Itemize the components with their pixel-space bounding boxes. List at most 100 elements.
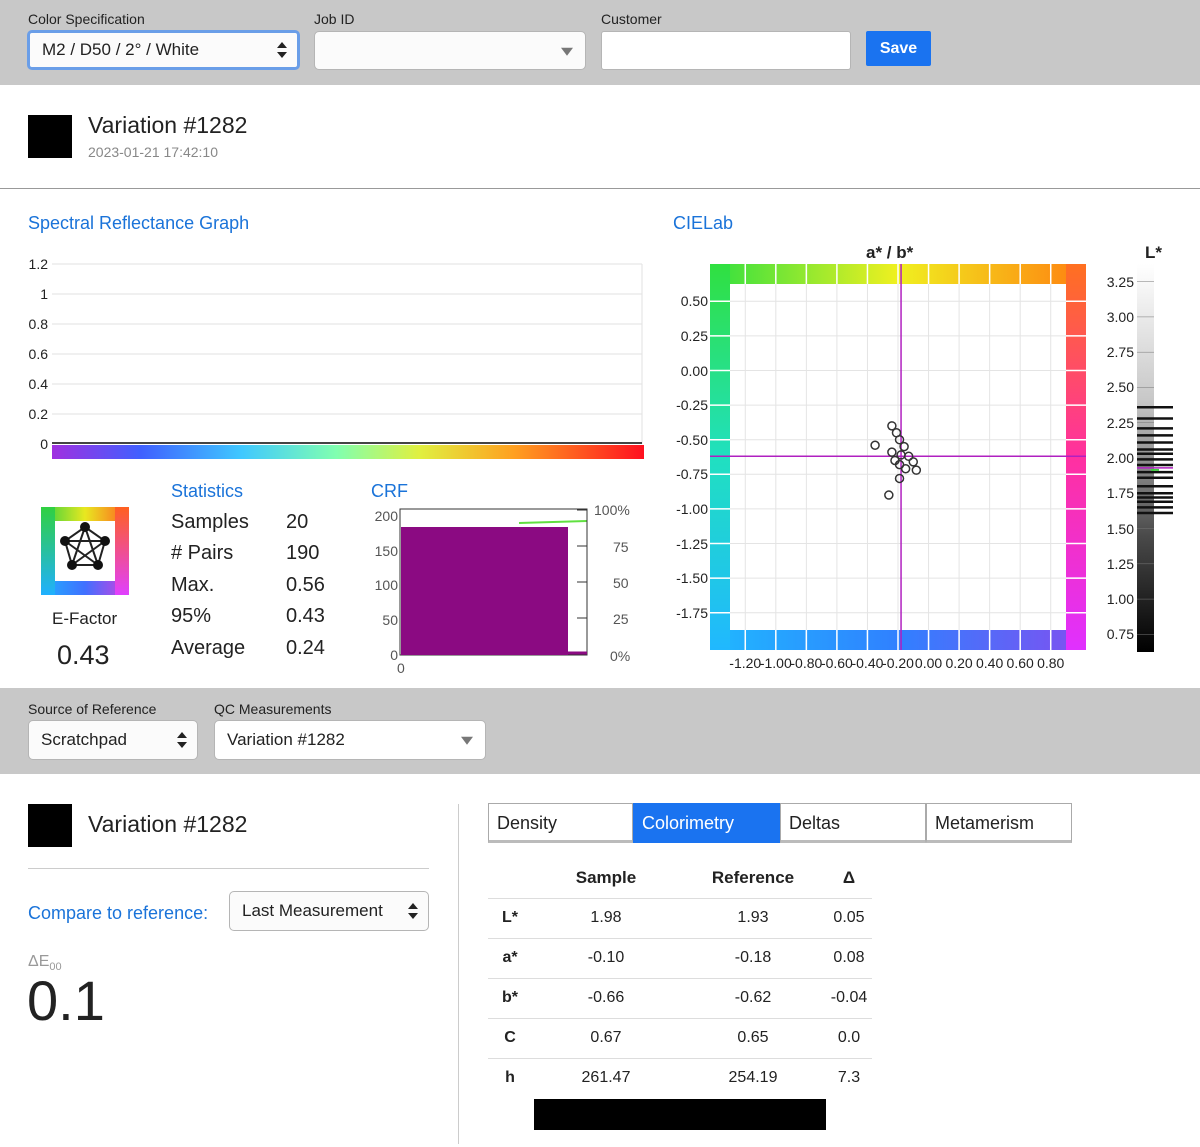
table-cell: -0.18 <box>680 937 826 978</box>
l-axis-tick: 1.00 <box>1106 591 1134 608</box>
table-cell: -0.66 <box>532 977 680 1018</box>
tab-density[interactable]: Density <box>488 803 633 843</box>
table-cell: 1.98 <box>532 897 680 938</box>
table-row: h 261.47 254.19 7.3 <box>488 1057 872 1098</box>
variation-timestamp: 2023-01-21 17:42:10 <box>88 144 218 160</box>
ab-plot <box>710 264 1086 650</box>
compare-divider <box>28 868 429 869</box>
stat-label-average: Average <box>171 637 246 659</box>
qc-measurements-value: Variation #1282 <box>227 730 345 749</box>
section-divider <box>0 188 1200 189</box>
spectral-y-tick: 1.2 <box>28 256 48 272</box>
colorimetry-table: Sample Reference Δ L* 1.98 1.93 0.05 a* … <box>488 858 872 1098</box>
table-header-row: Sample Reference Δ <box>488 858 872 898</box>
table-row: C 0.67 0.65 0.0 <box>488 1017 872 1058</box>
table-header: Reference <box>711 867 795 887</box>
l-axis-tick: 1.50 <box>1106 520 1134 537</box>
tab-deltas[interactable]: Deltas <box>780 803 926 843</box>
table-cell: C <box>488 1017 532 1058</box>
table-cell: 261.47 <box>532 1057 680 1098</box>
b-axis-tick: -0.25 <box>676 397 708 414</box>
table-cell: b* <box>488 977 532 1018</box>
stat-value-95: 0.43 <box>286 605 325 627</box>
spectral-y-tick: 0.8 <box>28 316 48 332</box>
b-axis-tick: 0.50 <box>680 293 708 310</box>
table-row: L* 1.98 1.93 0.05 <box>488 897 872 938</box>
l-axis-tick: 1.25 <box>1106 555 1134 572</box>
b-axis-tick: -0.75 <box>676 466 708 483</box>
ab-chart-title: a* / b* <box>866 243 914 262</box>
l-axis-tick: 3.25 <box>1106 273 1134 290</box>
lightness-bar <box>1137 264 1173 652</box>
save-button[interactable]: Save <box>866 31 931 66</box>
compare-to-reference-label: Compare to reference: <box>28 903 209 923</box>
cielab-title[interactable]: CIELab <box>673 213 733 234</box>
table-cell: 7.3 <box>826 1057 872 1098</box>
stat-value-max: 0.56 <box>286 574 325 596</box>
crf-left-tick: 150 <box>374 543 398 559</box>
crf-left-tick: 200 <box>374 508 398 524</box>
color-spec-label: Color Specification <box>28 11 145 27</box>
tab-metamerism[interactable]: Metamerism <box>926 803 1072 843</box>
crf-left-tick: 100 <box>374 577 398 593</box>
stat-value-samples: 20 <box>286 511 309 533</box>
a-axis-tick: 0.80 <box>1037 655 1065 671</box>
table-header: Sample <box>575 867 637 887</box>
crf-right-tick: 100% <box>594 502 630 518</box>
tab-colorimetry[interactable]: Colorimetry <box>633 803 780 843</box>
statistics-title[interactable]: Statistics <box>171 481 243 502</box>
l-axis-tick: 1.75 <box>1106 485 1134 502</box>
customer-label: Customer <box>601 11 662 27</box>
color-spec-select[interactable]: M2 / D50 / 2° / White <box>27 30 300 70</box>
spectrum-bar <box>52 445 644 459</box>
vertical-divider <box>458 804 459 1144</box>
dropdown-triangle-icon <box>561 47 573 56</box>
spectral-y-tick: 0.4 <box>28 376 48 392</box>
compare-swatch <box>28 804 72 847</box>
variation-title: Variation #1282 <box>88 112 248 138</box>
spectral-graph <box>52 263 644 459</box>
sample-reference-swatch <box>534 1099 826 1130</box>
l-axis-tick: 2.50 <box>1106 379 1134 396</box>
compare-to-reference-select[interactable]: Last Measurement <box>229 891 429 931</box>
job-id-select[interactable] <box>314 31 586 70</box>
stat-label-max: Max. <box>171 574 215 596</box>
qc-measurements-select[interactable]: Variation #1282 <box>214 720 486 760</box>
color-spec-value: M2 / D50 / 2° / White <box>42 40 200 59</box>
qc-measurements-label: QC Measurements <box>214 701 332 717</box>
source-of-reference-select[interactable]: Scratchpad <box>28 720 198 760</box>
stat-label-pairs: # Pairs <box>171 542 234 564</box>
table-cell: 0.67 <box>532 1017 680 1058</box>
table-cell: 0.08 <box>826 937 872 978</box>
crf-right-tick: 50 <box>613 575 629 591</box>
spectral-y-tick: 1 <box>40 286 48 302</box>
crf-right-tick: 75 <box>613 539 629 555</box>
table-cell: 254.19 <box>680 1057 826 1098</box>
spectral-y-tick: 0.2 <box>28 406 48 422</box>
job-id-label: Job ID <box>314 11 355 27</box>
l-axis-tick: 3.00 <box>1106 308 1134 325</box>
crf-right-tick: 25 <box>613 611 629 627</box>
crf-title[interactable]: CRF <box>371 481 408 502</box>
spectral-gridlines <box>52 263 643 444</box>
table-cell: -0.04 <box>826 977 872 1018</box>
customer-input[interactable] <box>601 31 851 70</box>
l-axis-tick: 2.75 <box>1106 344 1134 361</box>
table-row: a* -0.10 -0.18 0.08 <box>488 937 872 978</box>
crf-right-tick: 0% <box>610 648 631 664</box>
l-axis-tick: 0.75 <box>1106 626 1134 643</box>
table-cell: 0.65 <box>680 1017 826 1058</box>
table-cell: 0.0 <box>826 1017 872 1058</box>
efactor-value: 0.43 <box>57 640 110 670</box>
crf-left-tick: 50 <box>382 612 398 628</box>
table-cell: 0.05 <box>826 897 872 938</box>
b-axis-tick: 0.25 <box>680 327 708 344</box>
table-cell: L* <box>488 897 532 938</box>
spectral-title[interactable]: Spectral Reflectance Graph <box>28 213 249 234</box>
table-cell: h <box>488 1057 532 1098</box>
b-axis-tick: 0.00 <box>680 362 708 379</box>
crf-left-tick: 0 <box>390 647 398 663</box>
crf-chart <box>399 508 588 656</box>
compare-to-reference-value: Last Measurement <box>242 901 383 920</box>
dropdown-triangle-icon <box>461 736 473 745</box>
